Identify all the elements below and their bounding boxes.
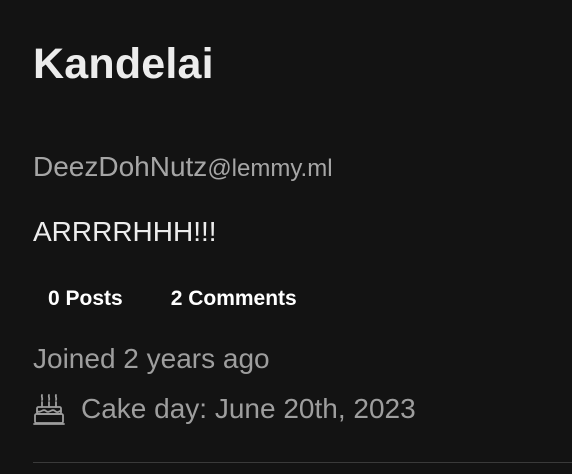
comments-count: 2 Comments — [170, 287, 297, 310]
profile-joined-date: Joined 2 years ago — [33, 343, 270, 374]
profile-handle[interactable]: DeezDohNutz@lemmy.ml — [33, 151, 333, 183]
cake-icon — [33, 392, 65, 426]
section-divider — [33, 462, 572, 463]
profile-bio: ARRRRHHH!!! — [33, 216, 217, 247]
profile-instance: @lemmy.ml — [207, 155, 333, 182]
profile-cake-day: Cake day: June 20th, 2023 — [33, 392, 416, 426]
posts-count: 0 Posts — [48, 287, 123, 310]
profile-stats: 0 Posts 2 Comments — [48, 287, 297, 311]
cake-day-text: Cake day: June 20th, 2023 — [81, 393, 416, 424]
profile-username: DeezDohNutz — [33, 151, 208, 182]
profile-display-name: Kandelai — [33, 40, 214, 88]
user-profile-card: Kandelai DeezDohNutz@lemmy.ml ARRRRHHH!!… — [0, 0, 572, 474]
